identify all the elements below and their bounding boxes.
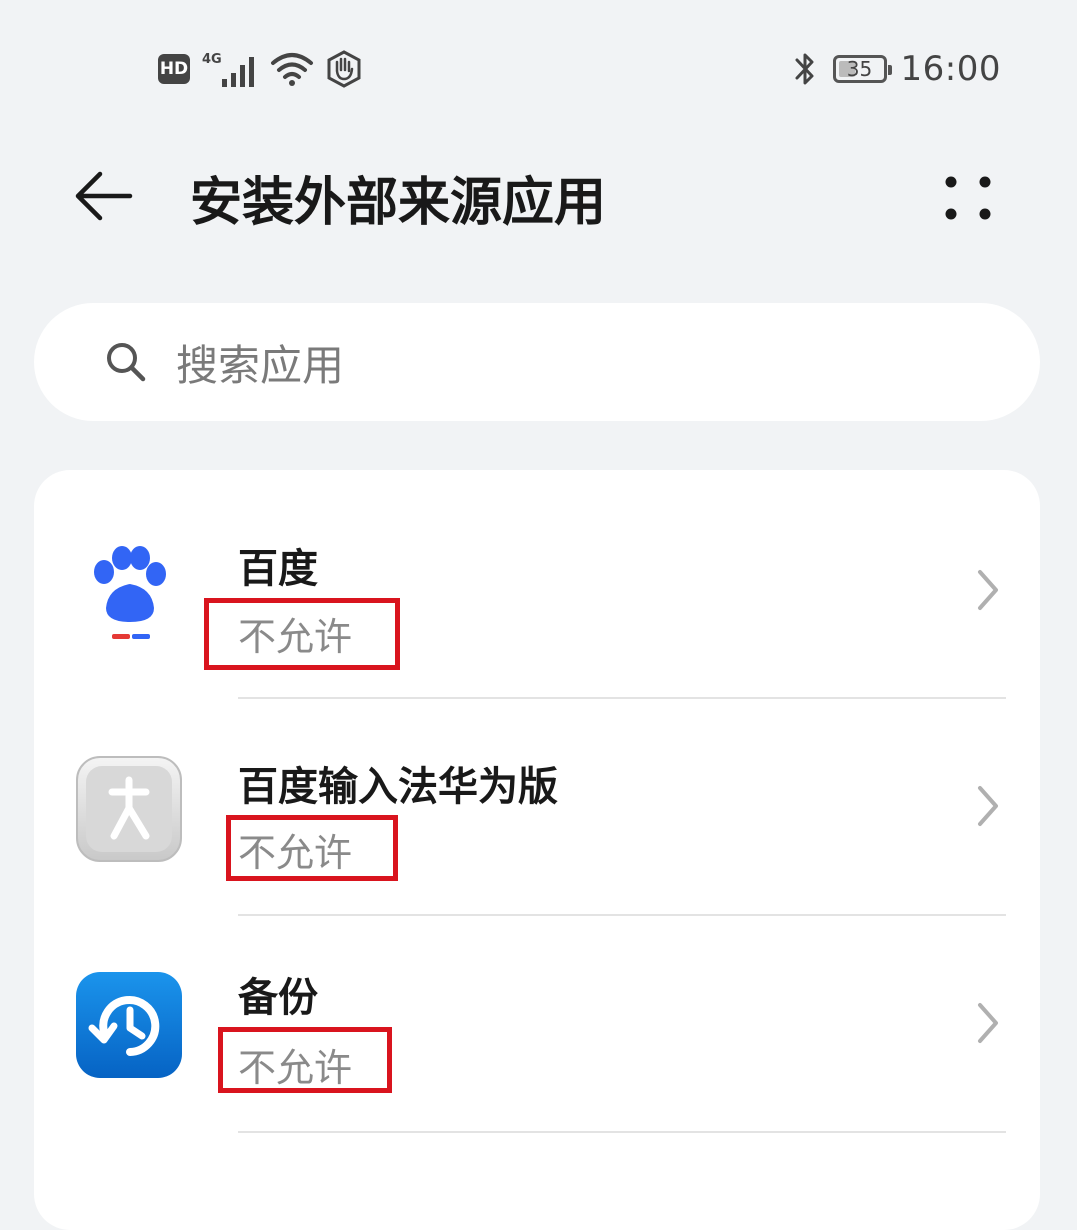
- network-label: 4G: [202, 52, 222, 67]
- battery-icon: 35: [832, 55, 892, 83]
- more-button[interactable]: [930, 160, 1006, 236]
- status-bar: HD 4G 35 16:00: [0, 0, 1077, 130]
- highlight-box: [226, 815, 398, 881]
- search-placeholder: 搜索应用: [176, 340, 345, 390]
- hd-icon: HD: [158, 54, 190, 84]
- list-item-backup[interactable]: 备份 不允许: [34, 915, 1040, 1132]
- more-dots-icon: [945, 176, 991, 220]
- search-input[interactable]: 搜索应用: [34, 303, 1040, 421]
- bluetooth-icon: [795, 53, 814, 85]
- baidu-paw-icon: [76, 536, 182, 642]
- clock: 16:00: [900, 49, 1001, 89]
- app-name: 备份: [238, 975, 318, 1021]
- status-bar-left: HD 4G: [158, 48, 364, 90]
- chevron-right-icon: [970, 782, 1004, 830]
- back-button[interactable]: [68, 160, 140, 232]
- hand-icon: [327, 50, 361, 88]
- highlight-box: [204, 598, 400, 670]
- list-item-baidu-input[interactable]: 百度输入法华为版 不允许: [34, 698, 1040, 915]
- battery-level: 35: [846, 57, 873, 81]
- chevron-right-icon: [970, 999, 1004, 1047]
- app-name: 百度输入法华为版: [238, 764, 558, 810]
- backup-icon: [76, 972, 182, 1078]
- wifi-icon: [271, 53, 313, 86]
- app-name: 百度: [238, 546, 318, 592]
- arrow-left-icon: [75, 171, 133, 221]
- highlight-box: [218, 1027, 392, 1093]
- page-title: 安装外部来源应用: [190, 173, 607, 233]
- search-icon: [104, 340, 148, 384]
- list-item-baidu[interactable]: 百度 不允许: [34, 470, 1040, 687]
- chevron-right-icon: [970, 566, 1004, 614]
- signal-4g-icon: 4G: [202, 52, 254, 87]
- baidu-input-icon: [76, 756, 182, 862]
- app-list-card: 百度 不允许 百度输入法华为版 不允许 备份 不允许: [34, 470, 1040, 1230]
- status-bar-right: 35 16:00: [791, 44, 1001, 94]
- divider: [238, 1131, 1006, 1133]
